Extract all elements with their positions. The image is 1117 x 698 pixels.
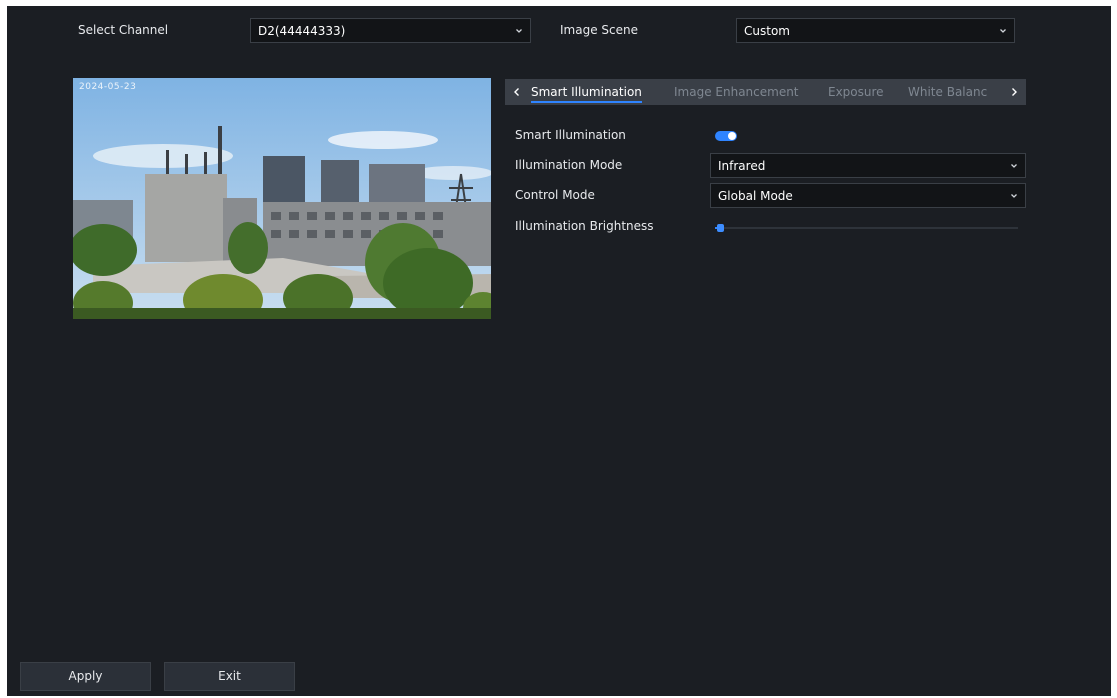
chevron-down-icon <box>1000 28 1006 33</box>
exit-button[interactable]: Exit <box>164 662 295 691</box>
apply-button[interactable]: Apply <box>20 662 151 691</box>
smart-illumination-label: Smart Illumination <box>515 128 626 142</box>
chevron-down-icon <box>1011 163 1017 168</box>
smart-illumination-toggle[interactable] <box>715 131 737 141</box>
tab-image-enhancement[interactable]: Image Enhancement <box>674 79 799 105</box>
illumination-brightness-label: Illumination Brightness <box>515 219 654 233</box>
chevron-down-icon <box>516 28 522 33</box>
image-settings-panel: Select Channel D2(44444333) Image Scene … <box>7 6 1111 696</box>
tab-exposure[interactable]: Exposure <box>828 79 884 105</box>
image-scene-value: Custom <box>744 23 790 38</box>
tab-white-balance[interactable]: White Balanc <box>908 79 987 105</box>
channel-select[interactable]: D2(44444333) <box>250 18 531 43</box>
preview-osd-timestamp: 2024-05-23 <box>79 82 137 92</box>
toggle-knob <box>728 132 736 140</box>
control-mode-label: Control Mode <box>515 188 595 202</box>
illumination-mode-select[interactable]: Infrared <box>710 153 1026 178</box>
illumination-mode-label: Illumination Mode <box>515 158 623 172</box>
chevron-left-icon[interactable] <box>511 86 523 98</box>
control-mode-value: Global Mode <box>718 188 793 203</box>
camera-scene-image <box>73 78 491 319</box>
channel-select-value: D2(44444333) <box>258 23 346 38</box>
illumination-mode-value: Infrared <box>718 158 766 173</box>
image-scene-select[interactable]: Custom <box>736 18 1015 43</box>
slider-track <box>715 227 1018 229</box>
tab-smart-illumination[interactable]: Smart Illumination <box>531 79 642 105</box>
control-mode-select[interactable]: Global Mode <box>710 183 1026 208</box>
settings-tab-bar: Smart Illumination Image Enhancement Exp… <box>505 79 1026 105</box>
chevron-right-icon[interactable] <box>1008 86 1020 98</box>
live-preview[interactable]: 2024-05-23 <box>73 78 491 319</box>
slider-thumb[interactable] <box>717 224 724 232</box>
image-scene-label: Image Scene <box>560 23 638 37</box>
illumination-brightness-slider[interactable] <box>715 223 1018 233</box>
select-channel-label: Select Channel <box>78 23 169 37</box>
chevron-down-icon <box>1011 193 1017 198</box>
